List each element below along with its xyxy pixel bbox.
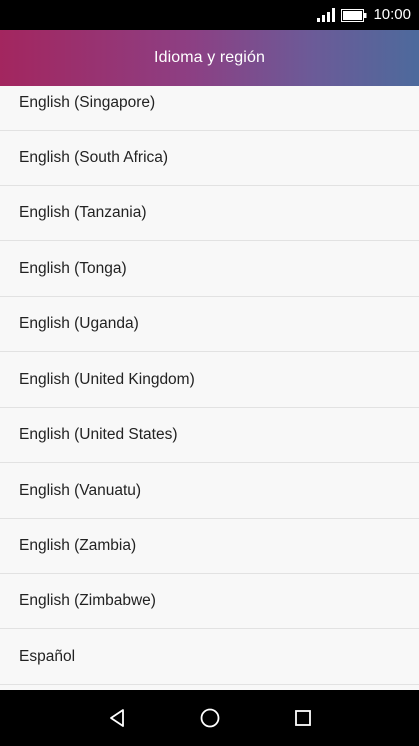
list-item-label: English (Vanuatu) [19,482,142,499]
list-item-label: English (United Kingdom) [19,371,195,388]
list-item-english-tanzania[interactable]: English (Tanzania) [0,186,419,241]
home-icon [200,708,220,728]
list-item-label: English (Zambia) [19,537,137,554]
list-item-label: English (Singapore) [19,94,156,111]
list-item-label: English (United States) [19,426,178,443]
back-button[interactable] [87,690,147,746]
status-time: 10:00 [373,6,411,23]
list-item-label: English (Tonga) [19,260,127,277]
signal-icon [317,8,336,22]
list-item-english-zimbabwe[interactable]: English (Zimbabwe) [0,574,419,629]
list-item-english-singapore[interactable]: English (Singapore) [0,86,419,131]
page-title: Idioma y región [154,49,265,66]
list-item-english-united-states[interactable]: English (United States) [0,408,419,463]
status-icons: 10:00 [317,0,411,30]
list-item-label: English (Uganda) [19,315,139,332]
list-item-label: English (Zimbabwe) [19,592,156,609]
list-item-english-uganda[interactable]: English (Uganda) [0,297,419,352]
list-item-label: Español [19,648,76,665]
list-item-label: English (Tanzania) [19,204,147,221]
list-item-english-south-africa[interactable]: English (South Africa) [0,131,419,186]
status-bar: 10:00 [0,0,419,30]
list-item-label: English (South Africa) [19,149,169,166]
home-button[interactable] [180,690,240,746]
list-item-espanol[interactable]: Español [0,630,419,685]
list-item-english-vanuatu[interactable]: English (Vanuatu) [0,464,419,519]
list-item-english-tonga[interactable]: English (Tonga) [0,242,419,297]
recents-button[interactable] [273,690,333,746]
navigation-bar [0,690,419,746]
app-bar: Idioma y región [0,30,419,86]
battery-icon [341,8,367,22]
back-icon [110,709,124,727]
list-item-english-zambia[interactable]: English (Zambia) [0,519,419,574]
list-item-english-united-kingdom[interactable]: English (United Kingdom) [0,353,419,408]
recents-icon [295,710,311,726]
language-list[interactable]: English (Singapore) English (South Afric… [0,86,419,690]
